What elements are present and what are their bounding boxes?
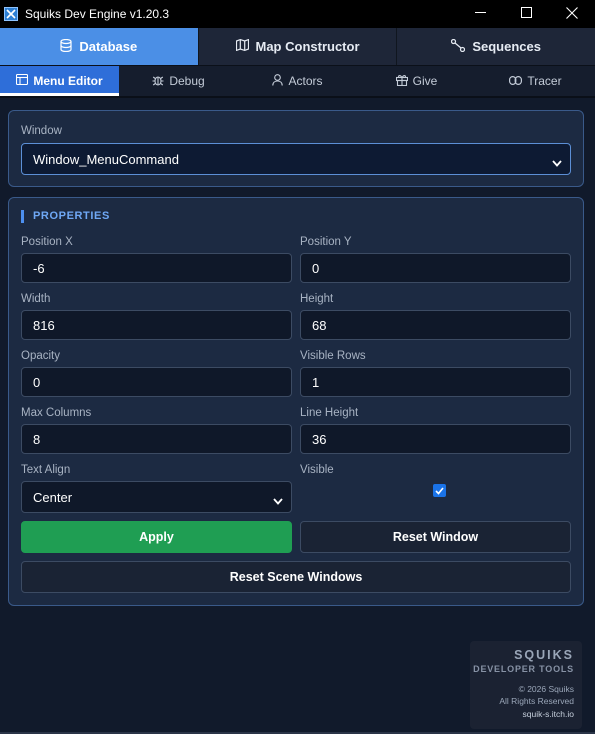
position-x-input[interactable]: -6 — [21, 253, 292, 283]
tab-sequences[interactable]: Sequences — [396, 28, 595, 65]
brand-subtitle: DEVELOPER TOOLS — [473, 664, 574, 674]
tab-divider — [0, 96, 595, 98]
branding-panel: SQUIKS DEVELOPER TOOLS © 2026 Squiks All… — [470, 641, 582, 729]
database-icon — [60, 38, 73, 55]
properties-title: PROPERTIES — [21, 210, 110, 223]
line-height-label: Line Height — [300, 407, 359, 419]
text-align-value: Center — [33, 489, 73, 505]
position-y-label: Position Y — [300, 236, 352, 248]
text-align-select[interactable]: Center — [21, 481, 292, 513]
height-label: Height — [300, 293, 334, 305]
checkmark-icon — [435, 482, 444, 500]
tab-map-constructor[interactable]: Map Constructor — [197, 28, 397, 65]
tab-give[interactable]: Give — [357, 66, 476, 96]
main-tab-bar: Database Map Constructor Sequences — [0, 28, 595, 65]
reset-window-button[interactable]: Reset Window — [300, 521, 571, 553]
bug-icon — [152, 74, 164, 89]
window-select-value: Window_MenuCommand — [33, 151, 179, 167]
width-input[interactable]: 816 — [21, 310, 292, 340]
close-button[interactable] — [549, 0, 595, 28]
brand-rights: All Rights Reserved — [499, 696, 574, 706]
tab-sequences-label: Sequences — [472, 39, 541, 54]
map-icon — [235, 38, 249, 54]
brand-name: SQUIKS — [514, 648, 574, 662]
maximize-button[interactable] — [503, 0, 549, 28]
text-align-label: Text Align — [21, 464, 71, 476]
close-icon — [566, 6, 578, 22]
properties-panel: PROPERTIES Position X -6 Position Y 0 Wi… — [8, 197, 584, 606]
width-label: Width — [21, 293, 51, 305]
tab-tracer-label: Tracer — [527, 74, 562, 88]
maximize-icon — [520, 7, 532, 21]
window-select[interactable]: Window_MenuCommand — [21, 143, 571, 175]
tab-give-label: Give — [412, 74, 438, 88]
visible-rows-label: Visible Rows — [300, 350, 366, 362]
max-columns-label: Max Columns — [21, 407, 92, 419]
title-bar: Squiks Dev Engine v1.20.3 — [0, 0, 595, 28]
visible-checkbox[interactable] — [433, 484, 446, 497]
chevron-down-icon — [273, 493, 283, 508]
gift-icon — [395, 74, 408, 89]
app-logo-icon — [4, 7, 18, 21]
height-input[interactable]: 68 — [300, 310, 571, 340]
tab-debug-label: Debug — [169, 74, 205, 88]
chevron-down-icon — [552, 155, 562, 170]
tab-menu-editor[interactable]: Menu Editor — [0, 66, 119, 96]
window-label: Window — [21, 125, 62, 137]
brand-link[interactable]: squik-s.itch.io — [470, 707, 575, 721]
minimize-icon — [474, 7, 486, 21]
apply-button[interactable]: Apply — [21, 521, 292, 553]
max-columns-input[interactable]: 8 — [21, 424, 292, 454]
tab-debug[interactable]: Debug — [119, 66, 238, 96]
tab-tracer[interactable]: Tracer — [476, 66, 595, 96]
tab-menu-editor-label: Menu Editor — [33, 74, 103, 88]
tab-actors-label: Actors — [288, 74, 323, 88]
tab-database[interactable]: Database — [0, 28, 198, 65]
reset-scene-windows-button[interactable]: Reset Scene Windows — [21, 561, 571, 593]
tab-actors[interactable]: Actors — [238, 66, 357, 96]
opacity-label: Opacity — [21, 350, 60, 362]
visible-label: Visible — [300, 464, 334, 476]
link-icon — [509, 74, 523, 88]
minimize-button[interactable] — [457, 0, 503, 28]
line-height-input[interactable]: 36 — [300, 424, 571, 454]
nodes-icon — [451, 38, 466, 55]
sub-tab-bar: Menu Editor Debug Actors Give Tracer — [0, 65, 595, 96]
brand-copyright: © 2026 Squiks — [518, 684, 574, 694]
visible-rows-input[interactable]: 1 — [300, 367, 571, 397]
window-icon — [16, 73, 29, 88]
position-x-label: Position X — [21, 236, 73, 248]
tab-database-label: Database — [79, 39, 138, 54]
user-icon — [272, 73, 284, 89]
window-title: Squiks Dev Engine v1.20.3 — [25, 7, 170, 21]
tab-map-constructor-label: Map Constructor — [255, 39, 360, 54]
window-select-panel: Window Window_MenuCommand — [8, 110, 584, 187]
position-y-input[interactable]: 0 — [300, 253, 571, 283]
opacity-input[interactable]: 0 — [21, 367, 292, 397]
